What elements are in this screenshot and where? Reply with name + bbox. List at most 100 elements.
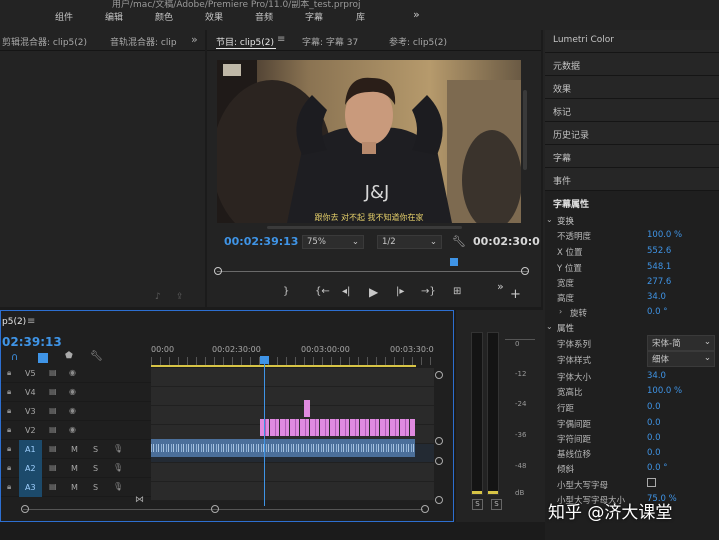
prop-baseline-value[interactable]: 0.0 bbox=[647, 448, 661, 458]
timeline-wrench-icon[interactable]: 🔧︎ bbox=[90, 351, 103, 362]
prop-kerning-value[interactable]: 0.0 bbox=[647, 418, 661, 428]
scrubber-start-handle[interactable] bbox=[214, 267, 222, 275]
eye-icon[interactable]: ◉ bbox=[69, 387, 76, 396]
menu-audio[interactable]: 音频 bbox=[255, 10, 273, 23]
lock-icon[interactable]: 🔒︎ bbox=[7, 463, 11, 473]
snap-magnet-icon[interactable]: ∩ bbox=[11, 352, 18, 363]
film-icon[interactable]: ▤ bbox=[49, 444, 57, 453]
eye-icon[interactable]: ◉ bbox=[69, 425, 76, 434]
caption-clip-v3[interactable] bbox=[304, 400, 310, 417]
hscroll-handle[interactable] bbox=[21, 505, 29, 513]
vscroll-handle[interactable] bbox=[435, 371, 443, 379]
film-icon[interactable]: ▤ bbox=[49, 368, 57, 377]
tab-clip-mixer[interactable]: 剪辑混合器: clip5(2) bbox=[2, 35, 87, 48]
film-icon[interactable]: ▤ bbox=[49, 406, 57, 415]
program-menu-icon[interactable]: ≡ bbox=[277, 34, 285, 45]
prop-width-value[interactable]: 277.6 bbox=[647, 277, 671, 287]
play-icon[interactable]: ▶ bbox=[369, 285, 378, 299]
solo-left-button[interactable]: S bbox=[472, 499, 483, 510]
zoom-fit-icon[interactable]: ⋈ bbox=[135, 495, 144, 505]
program-playhead[interactable] bbox=[450, 258, 459, 266]
prop-font-size-value[interactable]: 34.0 bbox=[647, 371, 666, 381]
program-timecode[interactable]: 00:02:39:13 bbox=[224, 235, 298, 248]
panel-tab-metadata[interactable]: 元数据 bbox=[545, 52, 719, 75]
prop-rotation-value[interactable]: 0.0 ° bbox=[647, 307, 667, 317]
prop-leading-value[interactable]: 0.0 bbox=[647, 402, 661, 412]
prop-opacity-value[interactable]: 100.0 % bbox=[647, 230, 682, 240]
eye-icon[interactable]: ◉ bbox=[69, 406, 76, 415]
scrubber-end-handle[interactable] bbox=[521, 267, 529, 275]
video-frame[interactable]: J&J 跟你去 对不起 我不知道你在家 bbox=[217, 60, 521, 223]
prop-aspect-value[interactable]: 100.0 % bbox=[647, 386, 682, 396]
zoom-dropdown[interactable]: 75% ⌄ bbox=[302, 235, 364, 249]
panel-tab-effects[interactable]: 效果 bbox=[545, 75, 719, 98]
eye-icon[interactable]: ◉ bbox=[69, 368, 76, 377]
resolution-dropdown[interactable]: 1/2 ⌄ bbox=[377, 235, 442, 249]
vscroll-handle[interactable] bbox=[435, 437, 443, 445]
menu-captions[interactable]: 字幕 bbox=[305, 10, 323, 23]
go-to-in-icon[interactable]: {← bbox=[315, 286, 330, 297]
expand-rotation-chevron[interactable]: › bbox=[559, 307, 562, 316]
monitor-vscroll[interactable] bbox=[523, 90, 527, 170]
work-area-bar[interactable] bbox=[151, 365, 416, 367]
film-icon[interactable]: ▤ bbox=[49, 387, 57, 396]
tab-reference[interactable]: 参考: clip5(2) bbox=[389, 35, 447, 48]
prop-x-value[interactable]: 552.6 bbox=[647, 246, 671, 256]
lock-icon[interactable]: 🔒︎ bbox=[7, 425, 11, 435]
prop-tracking-value[interactable]: 0.0 bbox=[647, 433, 661, 443]
monitor-hscroll[interactable] bbox=[267, 226, 462, 229]
film-icon[interactable]: ▤ bbox=[49, 463, 57, 472]
vscroll-handle[interactable] bbox=[435, 496, 443, 504]
scrubber-track[interactable] bbox=[217, 271, 529, 272]
track-lane-v5[interactable] bbox=[151, 368, 434, 387]
attributes-section-header[interactable]: 属性 bbox=[557, 322, 574, 334]
timeline-playhead-line[interactable] bbox=[264, 364, 265, 506]
menu-libraries[interactable]: 库 bbox=[356, 10, 365, 23]
export-icon[interactable]: ⇪ bbox=[176, 292, 184, 302]
transport-more-chevron[interactable]: » bbox=[497, 280, 504, 293]
lock-icon[interactable]: 🔒︎ bbox=[7, 406, 11, 416]
microphone-icon[interactable]: 🎙︎ bbox=[113, 463, 123, 472]
panel-tab-markers[interactable]: 标记 bbox=[545, 98, 719, 121]
timeline-sequence-tab[interactable]: p5(2) bbox=[2, 317, 26, 327]
film-icon[interactable]: ▤ bbox=[49, 425, 57, 434]
audio-note-icon[interactable]: ♪ bbox=[155, 292, 161, 302]
caption-clips-v2[interactable] bbox=[260, 419, 415, 436]
hscroll-handle[interactable] bbox=[421, 505, 429, 513]
menu-effects[interactable]: 效果 bbox=[205, 10, 223, 23]
lock-icon[interactable]: 🔒︎ bbox=[7, 444, 11, 454]
solo-right-button[interactable]: S bbox=[491, 499, 502, 510]
tab-program[interactable]: 节目: clip5(2) bbox=[216, 35, 274, 48]
track-lane-a2[interactable] bbox=[151, 463, 434, 482]
mark-in-icon[interactable]: } bbox=[283, 286, 289, 297]
linked-selection-icon[interactable] bbox=[38, 353, 48, 363]
panel-tab-history[interactable]: 历史记录 bbox=[545, 121, 719, 144]
tab-captions[interactable]: 字幕: 字幕 37 bbox=[302, 35, 358, 48]
timeline-hscroll[interactable] bbox=[23, 509, 423, 510]
collapse-transform-chevron[interactable]: ⌄ bbox=[546, 215, 553, 224]
font-style-dropdown[interactable]: 细体 ⌄ bbox=[647, 351, 715, 367]
step-forward-icon[interactable]: |▸ bbox=[396, 286, 404, 297]
menu-color[interactable]: 颜色 bbox=[155, 10, 173, 23]
track-lane-v4[interactable] bbox=[151, 387, 434, 406]
go-to-out-icon[interactable]: →} bbox=[421, 286, 436, 297]
timeline-playhead-handle[interactable] bbox=[260, 356, 269, 364]
microphone-icon[interactable]: 🎙︎ bbox=[113, 444, 123, 453]
prop-slant-value[interactable]: 0.0 ° bbox=[647, 463, 667, 473]
wrench-icon[interactable]: 🔧︎ bbox=[452, 235, 466, 248]
panel-tab-lumetri[interactable]: Lumetri Color bbox=[545, 30, 719, 52]
vscroll-handle[interactable] bbox=[435, 457, 443, 465]
timeline-menu-icon[interactable]: ≡ bbox=[27, 316, 35, 327]
hscroll-handle[interactable] bbox=[211, 505, 219, 513]
menu-more-chevron[interactable]: » bbox=[413, 8, 420, 21]
export-frame-icon[interactable]: ⊞ bbox=[453, 286, 461, 297]
prop-y-value[interactable]: 548.1 bbox=[647, 262, 671, 272]
smallcaps-checkbox[interactable] bbox=[647, 478, 656, 487]
font-family-dropdown[interactable]: 宋体-简 ⌄ bbox=[647, 335, 715, 351]
film-icon[interactable]: ▤ bbox=[49, 482, 57, 491]
panel-tab-events[interactable]: 事件 bbox=[545, 167, 719, 190]
collapse-attributes-chevron[interactable]: ⌄ bbox=[546, 322, 553, 331]
lock-icon[interactable]: 🔒︎ bbox=[7, 482, 11, 492]
track-lane-a3[interactable] bbox=[151, 482, 434, 501]
step-back-icon[interactable]: ◂| bbox=[342, 286, 350, 297]
